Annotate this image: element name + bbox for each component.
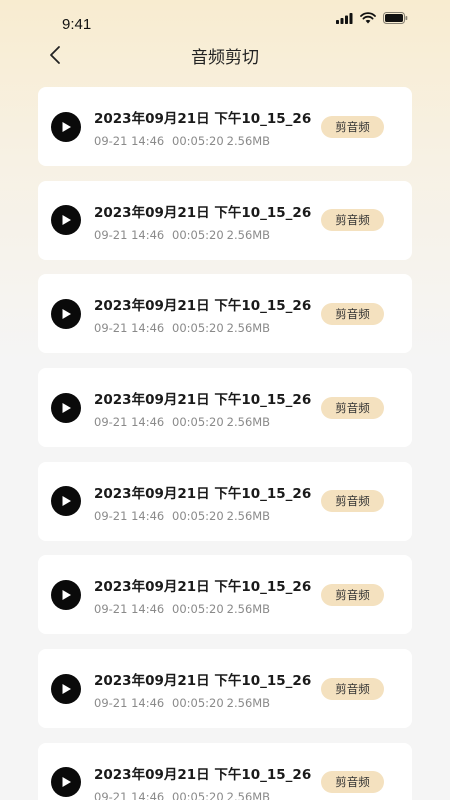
- battery-icon: [383, 12, 408, 24]
- recording-meta: 09-21 14:46 00:05:20 2.56MB: [94, 509, 270, 523]
- recording-card[interactable]: 2023年09月21日 下午10_15_26 09-21 14:46 00:05…: [38, 649, 412, 729]
- cut-audio-button[interactable]: 剪音频: [321, 490, 384, 513]
- play-button[interactable]: [51, 205, 81, 236]
- play-icon: [62, 121, 71, 132]
- recording-list[interactable]: 2023年09月21日 下午10_15_26 09-21 14:46 00:05…: [38, 87, 412, 800]
- recording-date: 09-21 14:46: [94, 696, 165, 711]
- cut-audio-button[interactable]: 剪音频: [321, 677, 384, 700]
- recording-duration: 00:05:20: [172, 415, 224, 430]
- recording-meta: 09-21 14:46 00:05:20 2.56MB: [94, 415, 270, 429]
- recording-size: 2.56MB: [226, 227, 271, 242]
- recording-card[interactable]: 2023年09月21日 下午10_15_26 09-21 14:46 00:05…: [38, 180, 412, 260]
- recording-card[interactable]: 2023年09月21日 下午10_15_26 09-21 14:46 00:05…: [38, 87, 412, 166]
- play-icon: [62, 308, 71, 319]
- cut-audio-button[interactable]: 剪音频: [321, 583, 384, 606]
- recording-title: 2023年09月21日 下午10_15_26: [94, 673, 312, 690]
- recording-duration: 00:05:20: [172, 321, 224, 336]
- recording-title: 2023年09月21日 下午10_15_26: [94, 204, 312, 221]
- recording-title: 2023年09月21日 下午10_15_26: [94, 111, 312, 127]
- recording-duration: 00:05:20: [172, 134, 224, 148]
- cut-audio-button[interactable]: 剪音频: [321, 209, 384, 232]
- page-title: 音频剪切: [191, 48, 259, 68]
- recording-size: 2.56MB: [226, 789, 271, 800]
- recording-duration: 00:05:20: [172, 227, 224, 242]
- recording-date: 09-21 14:46: [94, 508, 165, 523]
- play-icon: [62, 683, 71, 694]
- play-button[interactable]: [51, 767, 81, 798]
- recording-size: 2.56MB: [226, 321, 271, 336]
- recording-title: 2023年09月21日 下午10_15_26: [94, 392, 312, 409]
- recording-date: 09-21 14:46: [94, 602, 165, 617]
- cut-audio-button[interactable]: 剪音频: [321, 396, 384, 419]
- recording-title: 2023年09月21日 下午10_15_26: [94, 579, 312, 596]
- status-time: 9:41: [62, 16, 92, 33]
- recording-date: 09-21 14:46: [94, 227, 165, 242]
- recording-meta: 09-21 14:46 00:05:20 2.56MB: [94, 321, 270, 335]
- recording-size: 2.56MB: [226, 508, 271, 523]
- recording-date: 09-21 14:46: [94, 321, 165, 336]
- play-button[interactable]: [51, 486, 81, 517]
- recording-date: 09-21 14:46: [94, 415, 165, 430]
- recording-duration: 00:05:20: [172, 508, 224, 523]
- recording-card[interactable]: 2023年09月21日 下午10_15_26 09-21 14:46 00:05…: [38, 555, 412, 635]
- play-icon: [62, 777, 71, 788]
- recording-card[interactable]: 2023年09月21日 下午10_15_26 09-21 14:46 00:05…: [38, 461, 412, 541]
- status-icons: [336, 12, 408, 24]
- recording-card[interactable]: 2023年09月21日 下午10_15_26 09-21 14:46 00:05…: [38, 742, 412, 800]
- recording-meta: 09-21 14:46 00:05:20 2.56MB: [94, 790, 270, 800]
- recording-duration: 00:05:20: [172, 789, 224, 800]
- recording-card[interactable]: 2023年09月21日 下午10_15_26 09-21 14:46 00:05…: [38, 274, 412, 354]
- recording-meta: 09-21 14:46 00:05:20 2.56MB: [94, 696, 270, 710]
- play-button[interactable]: [51, 392, 81, 423]
- play-button[interactable]: [51, 579, 81, 610]
- cut-audio-button[interactable]: 剪音频: [321, 115, 384, 138]
- wifi-icon: [360, 12, 376, 24]
- recording-date: 09-21 14:46: [94, 789, 165, 800]
- play-icon: [62, 215, 71, 226]
- recording-meta: 09-21 14:46 00:05:20 2.56MB: [94, 134, 270, 148]
- play-button[interactable]: [51, 298, 81, 329]
- nav-bar: 音频剪切: [0, 40, 450, 70]
- recording-size: 2.56MB: [226, 415, 271, 430]
- recording-duration: 00:05:20: [172, 602, 224, 617]
- recording-size: 2.56MB: [226, 696, 271, 711]
- play-icon: [62, 402, 71, 413]
- play-button[interactable]: [51, 111, 81, 142]
- recording-title: 2023年09月21日 下午10_15_26: [94, 298, 312, 315]
- recording-size: 2.56MB: [226, 602, 271, 617]
- recording-title: 2023年09月21日 下午10_15_26: [94, 485, 312, 502]
- signal-icon: [336, 12, 353, 24]
- play-button[interactable]: [51, 673, 81, 704]
- status-bar: 9:41: [0, 0, 450, 40]
- recording-meta: 09-21 14:46 00:05:20 2.56MB: [94, 228, 270, 242]
- recording-duration: 00:05:20: [172, 696, 224, 711]
- recording-card[interactable]: 2023年09月21日 下午10_15_26 09-21 14:46 00:05…: [38, 368, 412, 448]
- recording-meta: 09-21 14:46 00:05:20 2.56MB: [94, 602, 270, 616]
- cut-audio-button[interactable]: 剪音频: [321, 771, 384, 794]
- recording-title: 2023年09月21日 下午10_15_26: [94, 766, 312, 783]
- play-icon: [62, 496, 71, 507]
- recording-size: 2.56MB: [226, 134, 271, 148]
- play-icon: [62, 589, 71, 600]
- cut-audio-button[interactable]: 剪音频: [321, 302, 384, 325]
- recording-date: 09-21 14:46: [94, 134, 165, 148]
